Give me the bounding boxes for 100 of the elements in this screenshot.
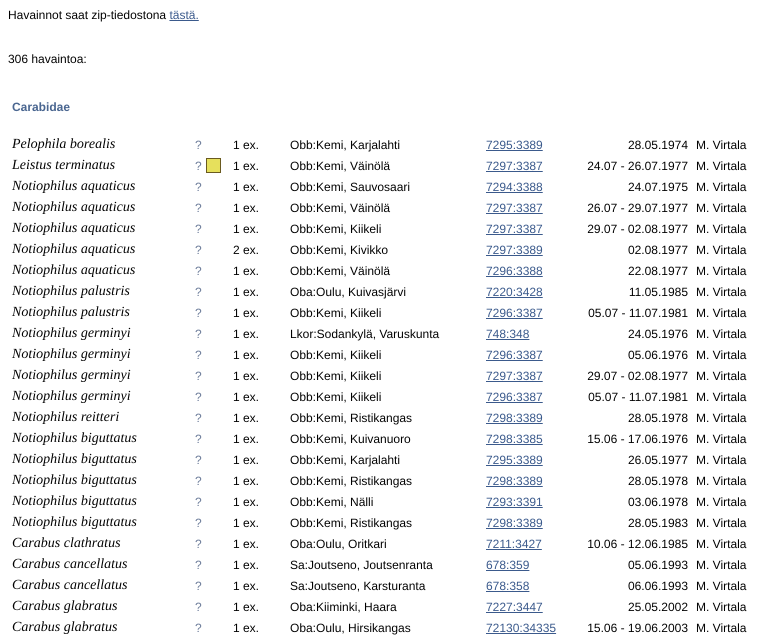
locality-text: Obb:Kemi, Ristikangas bbox=[290, 516, 414, 530]
coordinate-link[interactable]: 678:358 bbox=[486, 578, 530, 592]
observation-count: 306 havaintoa: bbox=[8, 52, 88, 66]
query-link[interactable]: ? bbox=[195, 242, 205, 256]
observer-text: M. Virtala bbox=[695, 200, 746, 214]
coordinate-link[interactable]: 7227:3447 bbox=[486, 600, 543, 614]
coordinate-link[interactable]: 7298:3385 bbox=[486, 432, 543, 446]
species-name: Carabus glabratus bbox=[12, 598, 118, 614]
locality-text: Obb:Kemi, Kiikeli bbox=[290, 222, 382, 236]
date-text: 05.06.1993 bbox=[628, 558, 688, 572]
coordinate-link[interactable]: 7297:3387 bbox=[486, 200, 543, 214]
amount-text: 1 ex. bbox=[233, 536, 260, 550]
observer-text: M. Virtala bbox=[695, 390, 746, 404]
coordinate-link[interactable]: 7211:3427 bbox=[486, 536, 542, 550]
amount-text: 1 ex. bbox=[233, 222, 260, 236]
query-link[interactable]: ? bbox=[195, 558, 205, 572]
coordinate-link[interactable]: 7296:3387 bbox=[486, 348, 543, 362]
query-link[interactable]: ? bbox=[195, 306, 205, 320]
coordinate-link[interactable]: 7298:3389 bbox=[486, 410, 543, 424]
date-text: 28.05.1974 bbox=[628, 138, 688, 152]
family-heading: Carabidae bbox=[12, 100, 72, 114]
query-link[interactable]: ? bbox=[195, 494, 205, 508]
amount-text: 1 ex. bbox=[233, 326, 260, 340]
locality-text: Obb:Kemi, Nälli bbox=[290, 494, 374, 508]
query-link[interactable]: ? bbox=[195, 474, 205, 488]
coordinate-link[interactable]: 678:359 bbox=[486, 558, 530, 572]
species-name: Notiophilus biguttatus bbox=[12, 430, 138, 446]
species-name: Notiophilus aquaticus bbox=[12, 200, 136, 216]
query-link[interactable]: ? bbox=[195, 516, 205, 530]
query-link[interactable]: ? bbox=[195, 284, 205, 298]
coordinate-link[interactable]: 7296:3388 bbox=[486, 264, 543, 278]
query-link[interactable]: ? bbox=[195, 200, 205, 214]
coordinate-link[interactable]: 7297:3387 bbox=[486, 222, 543, 236]
species-name: Notiophilus biguttatus bbox=[12, 494, 138, 510]
date-text: 28.05.1983 bbox=[628, 516, 688, 530]
query-link[interactable]: ? bbox=[195, 264, 205, 278]
observer-text: M. Virtala bbox=[695, 600, 746, 614]
coordinate-link[interactable]: 7297:3387 bbox=[486, 368, 543, 382]
query-link[interactable]: ? bbox=[195, 452, 205, 466]
download-link[interactable]: tästä. bbox=[169, 8, 199, 22]
query-link[interactable]: ? bbox=[195, 222, 205, 236]
observer-text: M. Virtala bbox=[695, 284, 746, 298]
coordinate-link[interactable]: 72130:34335 bbox=[486, 620, 556, 634]
query-link[interactable]: ? bbox=[195, 158, 205, 172]
amount-text: 1 ex. bbox=[233, 390, 260, 404]
locality-text: Lkor:Sodankylä, Varuskunta bbox=[290, 326, 440, 340]
locality-text: Obb:Kemi, Kiikeli bbox=[290, 390, 382, 404]
locality-text: Obb:Kemi, Väinölä bbox=[290, 264, 392, 278]
date-text: 11.05.1985 bbox=[628, 284, 688, 298]
query-link[interactable]: ? bbox=[195, 578, 205, 592]
species-name: Pelophila borealis bbox=[12, 136, 116, 152]
observer-text: M. Virtala bbox=[695, 516, 746, 530]
query-link[interactable]: ? bbox=[195, 348, 205, 362]
species-name: Notiophilus aquaticus bbox=[12, 242, 136, 258]
date-text: 24.05.1976 bbox=[628, 326, 688, 340]
coordinate-link[interactable]: 7297:3389 bbox=[486, 242, 543, 256]
locality-text: Sa:Joutseno, Karsturanta bbox=[290, 578, 426, 592]
coordinate-link[interactable]: 7293:3391 bbox=[486, 494, 543, 508]
coordinate-link[interactable]: 7297:3387 bbox=[486, 158, 543, 172]
query-link[interactable]: ? bbox=[195, 390, 205, 404]
species-name: Notiophilus biguttatus bbox=[12, 472, 138, 488]
amount-text: 1 ex. bbox=[233, 620, 260, 634]
query-link[interactable]: ? bbox=[195, 180, 205, 194]
locality-text: Obb:Kemi, Sauvosaari bbox=[290, 180, 412, 194]
species-name: Notiophilus germinyi bbox=[12, 346, 132, 362]
coordinate-link[interactable]: 7298:3389 bbox=[486, 474, 543, 488]
amount-text: 1 ex. bbox=[233, 558, 260, 572]
coordinate-link[interactable]: 7296:3387 bbox=[486, 306, 543, 320]
coordinate-link[interactable]: 7298:3389 bbox=[486, 516, 543, 530]
species-name: Carabus clathratus bbox=[12, 536, 122, 552]
coordinate-link[interactable]: 748:348 bbox=[486, 326, 530, 340]
species-name: Notiophilus aquaticus bbox=[12, 262, 136, 278]
coordinate-link[interactable]: 7295:3389 bbox=[486, 452, 543, 466]
species-name: Notiophilus germinyi bbox=[12, 368, 132, 384]
query-link[interactable]: ? bbox=[195, 138, 205, 152]
observer-text: M. Virtala bbox=[695, 558, 746, 572]
query-link[interactable]: ? bbox=[195, 326, 205, 340]
coordinate-link[interactable]: 7220:3428 bbox=[486, 284, 543, 298]
query-link[interactable]: ? bbox=[195, 410, 205, 424]
locality-text: Obb:Kemi, Väinölä bbox=[290, 200, 392, 214]
query-link[interactable]: ? bbox=[195, 368, 205, 382]
observer-text: M. Virtala bbox=[695, 180, 746, 194]
query-link[interactable]: ? bbox=[195, 536, 205, 550]
coordinate-link[interactable]: 7294:3388 bbox=[486, 180, 543, 194]
species-name: Notiophilus germinyi bbox=[12, 326, 132, 342]
intro-text: Havainnot saat zip-tiedostona tästä. bbox=[8, 8, 200, 22]
coordinate-link[interactable]: 7296:3387 bbox=[486, 390, 543, 404]
species-name: Notiophilus biguttatus bbox=[12, 452, 138, 468]
amount-text: 1 ex. bbox=[233, 600, 260, 614]
query-link[interactable]: ? bbox=[195, 620, 205, 634]
date-text: 15.06 - 19.06.2003 bbox=[587, 620, 688, 634]
amount-text: 1 ex. bbox=[233, 452, 260, 466]
species-name: Leistus terminatus bbox=[12, 158, 116, 174]
locality-text: Obb:Kemi, Kuivanuoro bbox=[290, 432, 412, 446]
coordinate-link[interactable]: 7295:3389 bbox=[486, 138, 543, 152]
query-link[interactable]: ? bbox=[195, 600, 205, 614]
locality-text: Obb:Kemi, Kivikko bbox=[290, 242, 390, 256]
amount-text: 1 ex. bbox=[233, 516, 260, 530]
query-link[interactable]: ? bbox=[195, 432, 205, 446]
amount-text: 1 ex. bbox=[233, 306, 260, 320]
